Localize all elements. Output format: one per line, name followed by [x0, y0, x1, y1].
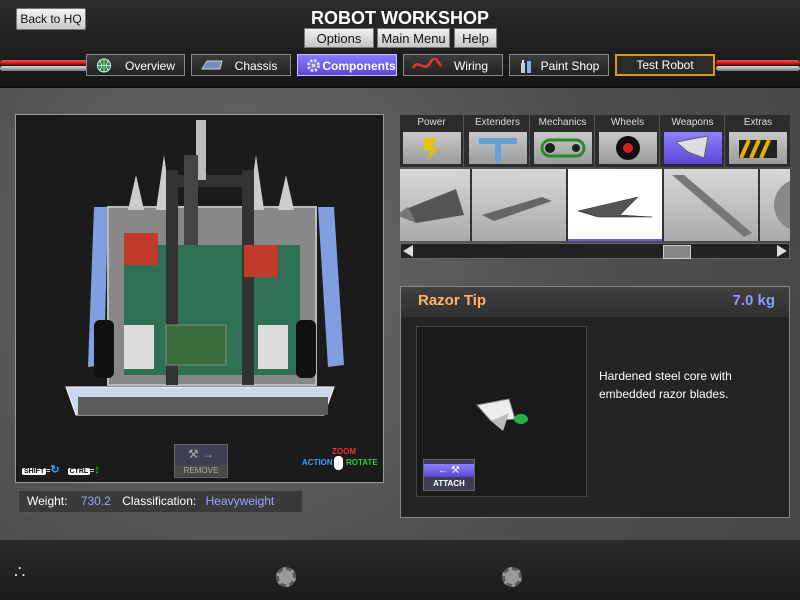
tab-wiring[interactable]: Wiring [403, 54, 503, 76]
tab-label: Chassis [234, 59, 278, 73]
back-to-hq-button[interactable]: Back to HQ [16, 8, 86, 30]
globe-icon [95, 58, 117, 73]
classification-value: Heavyweight [205, 494, 275, 508]
category-weapons[interactable]: Weapons [661, 115, 725, 167]
tab-label: Components [322, 59, 396, 73]
category-wheels[interactable]: Wheels [596, 115, 660, 167]
tab-label: Paint Shop [540, 59, 600, 73]
lightning-icon [403, 132, 461, 164]
category-label: Mechanics [538, 117, 587, 128]
robot-stats-bar: Weight: 730.2 Classification: Heavyweigh… [18, 490, 303, 513]
wire-decor-right-2 [716, 66, 800, 71]
tab-label: Test Robot [636, 58, 694, 72]
blade-icon [664, 132, 722, 164]
scroll-left-arrow-icon[interactable] [403, 245, 413, 257]
remove-button[interactable]: ⚒ → REMOVE [174, 444, 228, 478]
weapon-parts-carousel [400, 169, 790, 241]
tab-test-robot[interactable]: Test Robot [615, 54, 715, 76]
component-category-tabs: Power Extenders Mechanics Wheels Weapons… [400, 115, 790, 167]
remove-icon: ⚒ → [187, 447, 215, 461]
action-label: ACTION [302, 458, 333, 467]
tab-overview[interactable]: Overview [86, 54, 185, 76]
mouse-icon [334, 456, 343, 470]
part-preview: ← ⚒ ATTACH [416, 326, 587, 497]
wire-decor-right [716, 60, 800, 65]
attach-button[interactable]: ← ⚒ ATTACH [423, 459, 475, 491]
chain-icon [534, 132, 592, 164]
bottom-bar [0, 540, 800, 600]
remove-label: REMOVE [175, 465, 227, 476]
help-button[interactable]: Help [454, 28, 497, 48]
t-bar-icon [469, 132, 527, 164]
category-mechanics[interactable]: Mechanics [531, 115, 595, 167]
scatter-dots-icon: ∴ [14, 562, 26, 582]
category-label: Wheels [610, 117, 645, 128]
weight-label: Weight: [27, 494, 68, 508]
part-description: Hardened steel core with embedded razor … [599, 369, 732, 401]
scroll-right-arrow-icon[interactable] [777, 245, 787, 257]
category-power[interactable]: Power [400, 115, 464, 167]
category-label: Extras [743, 117, 773, 128]
wheel-icon [599, 132, 657, 164]
part-saw-blade[interactable] [664, 169, 760, 241]
shift-key-label: SHIFT [22, 468, 47, 475]
mouse-controls-hint: ZOOM ACTION ROTATE [302, 447, 382, 477]
category-extenders[interactable]: Extenders [466, 115, 530, 167]
part-detail-header: Razor Tip 7.0 kg [401, 287, 789, 317]
zoom-label: ZOOM [332, 447, 356, 456]
robot-3d-viewport[interactable]: SHIFT =↻ CTRL =↕ ⚒ → REMOVE ZOOM ACTION RO… [15, 114, 384, 483]
part-detail-panel: Razor Tip 7.0 kg ← ⚒ ATTACH Hardened ste… [400, 286, 790, 518]
controls-hint: SHIFT =↻ CTRL =↕ [22, 463, 100, 476]
options-button[interactable]: Options [304, 28, 374, 48]
wire-decor-left-2 [0, 66, 90, 71]
category-extras[interactable]: Extras [726, 115, 790, 167]
robot-model [65, 120, 344, 416]
tab-components[interactable]: Components [297, 54, 397, 76]
ctrl-key-label: CTRL [67, 468, 91, 475]
part-weight: 7.0 kg [732, 292, 775, 309]
tab-label: Overview [124, 59, 175, 73]
parts-scrollbar[interactable] [400, 243, 790, 259]
tab-paint-shop[interactable]: Paint Shop [509, 54, 609, 76]
category-label: Weapons [671, 117, 714, 128]
attach-icon: ← ⚒ [424, 464, 474, 477]
gear-icon [502, 567, 522, 587]
wire-icon [411, 57, 442, 73]
updown-arrow-icon: ↕ [94, 464, 100, 476]
tab-chassis[interactable]: Chassis [191, 54, 291, 76]
wire-decor-left [0, 60, 90, 65]
classification-label: Classification: [122, 494, 197, 508]
selected-part-indicator [568, 239, 662, 241]
category-label: Extenders [474, 117, 521, 128]
part-name: Razor Tip [418, 292, 487, 309]
main-menu-button[interactable]: Main Menu [377, 28, 450, 48]
part-cone-spike[interactable] [400, 169, 472, 241]
chassis-icon [200, 58, 223, 73]
part-spike[interactable] [472, 169, 568, 241]
gear-icon [276, 567, 296, 587]
category-label: Power [417, 117, 446, 128]
weight-value: 730.2 [80, 494, 111, 508]
scroll-thumb[interactable] [663, 245, 691, 259]
hazard-block-icon [729, 132, 787, 164]
part-razor-tip[interactable] [568, 169, 664, 241]
part-disc[interactable] [760, 169, 790, 241]
rotate-label: ROTATE [346, 458, 378, 467]
rotate-arrow-icon: ↻ [50, 464, 60, 476]
tab-label: Wiring [453, 59, 488, 73]
attach-label: ATTACH [433, 479, 465, 488]
